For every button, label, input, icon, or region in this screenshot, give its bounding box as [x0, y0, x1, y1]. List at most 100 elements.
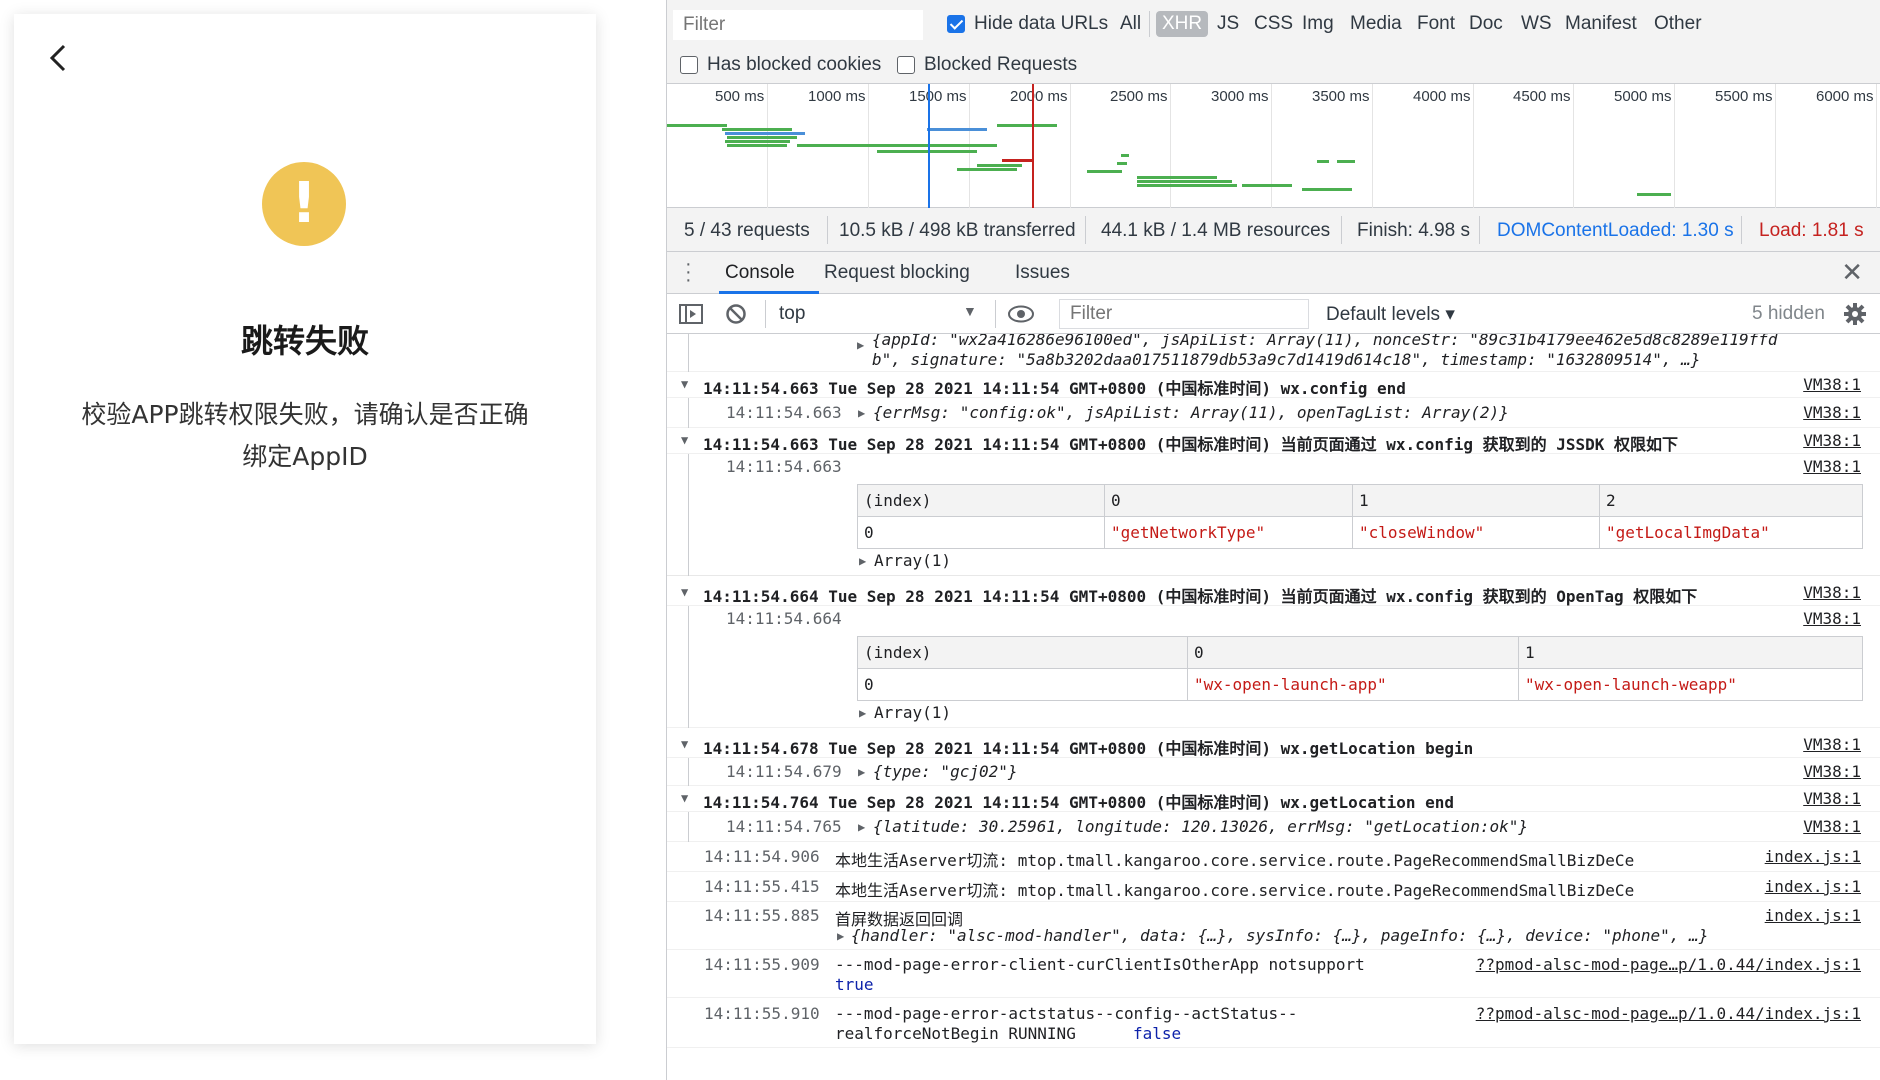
source-link[interactable]: index.js:1 [1765, 877, 1861, 896]
table-header-cell[interactable]: 2 [1599, 484, 1863, 517]
source-link[interactable]: VM38:1 [1803, 762, 1861, 781]
gear-icon[interactable] [1843, 302, 1867, 326]
group-title: 14:11:54.764 Tue Sep 28 2021 14:11:54 GM… [703, 793, 1455, 812]
tab-console[interactable]: Console [725, 262, 795, 284]
array-preview[interactable]: Array(1) [874, 703, 951, 722]
table-cell: 0 [857, 516, 1105, 549]
source-link[interactable]: VM38:1 [1803, 789, 1861, 808]
tab-request-blocking[interactable]: Request blocking [824, 262, 970, 284]
timestamp: 14:11:55.415 [704, 877, 820, 896]
source-link[interactable]: index.js:1 [1765, 847, 1861, 866]
request-bar [997, 124, 1057, 127]
object-preview[interactable]: {handler: "alsc-mod-handler", data: {…},… [851, 926, 1708, 945]
console-group-header[interactable]: ▼ 14:11:54.663 Tue Sep 28 2021 14:11:54 … [667, 372, 1880, 398]
context-dropdown-icon[interactable]: ▼ [963, 303, 977, 319]
request-bar [725, 140, 790, 143]
source-link[interactable]: VM38:1 [1803, 403, 1861, 422]
type-filter-css[interactable]: CSS [1250, 11, 1297, 37]
collapse-triangle-icon[interactable]: ▼ [681, 585, 688, 599]
source-link[interactable]: VM38:1 [1803, 375, 1861, 394]
console-message: 14:11:54.679 ▶ {type: "gcj02"} VM38:1 [667, 758, 1880, 786]
object-preview[interactable]: b", signature: "5a8b3202daa017511879db53… [872, 350, 1700, 369]
grid-line [1573, 84, 1574, 208]
collapse-triangle-icon[interactable]: ▼ [681, 791, 688, 805]
type-filter-doc[interactable]: Doc [1465, 11, 1507, 37]
object-preview[interactable]: {appId: "wx2a416286e96100ed", jsApiList:… [872, 334, 1777, 349]
object-preview[interactable]: {latitude: 30.25961, longitude: 120.1302… [873, 817, 1528, 836]
type-filter-xhr[interactable]: XHR [1156, 11, 1209, 37]
console-group-header[interactable]: ▼ 14:11:54.663 Tue Sep 28 2021 14:11:54 … [667, 428, 1880, 454]
console-group-header[interactable]: ▼ 14:11:54.764 Tue Sep 28 2021 14:11:54 … [667, 786, 1880, 812]
request-bar [1137, 184, 1237, 187]
type-filter-all[interactable]: All [1116, 11, 1145, 37]
source-link[interactable]: ??pmod-alsc-mod-page…p/1.0.44/index.js:1 [1476, 1004, 1861, 1023]
source-link[interactable]: index.js:1 [1765, 906, 1861, 925]
network-overview-timeline[interactable]: 500 ms 1000 ms 1500 ms 2000 ms 2500 ms 3… [667, 84, 1880, 208]
type-filter-manifest[interactable]: Manifest [1561, 11, 1641, 37]
source-link[interactable]: VM38:1 [1803, 431, 1861, 450]
type-filter-js[interactable]: JS [1213, 11, 1243, 37]
hide-data-urls-checkbox[interactable] [947, 15, 965, 33]
expand-triangle-icon[interactable]: ▶ [859, 706, 866, 720]
divider [827, 216, 828, 244]
finish-time: Finish: 4.98 s [1357, 220, 1470, 241]
timeline-tick-label: 3000 ms [1211, 88, 1269, 105]
back-button[interactable] [42, 36, 82, 80]
sidebar-toggle-icon[interactable] [679, 303, 703, 325]
object-preview[interactable]: {type: "gcj02"} [873, 762, 1018, 781]
request-bar [722, 128, 792, 131]
page-title: 跳转失败 [240, 322, 369, 360]
console-group-header[interactable]: ▼ 14:11:54.664 Tue Sep 28 2021 14:11:54 … [667, 580, 1880, 606]
expand-triangle-icon[interactable]: ▶ [857, 338, 864, 352]
expand-triangle-icon[interactable]: ▶ [858, 406, 865, 420]
group-line [688, 334, 689, 372]
context-selector[interactable]: top [779, 303, 805, 325]
type-filter-ws[interactable]: WS [1517, 11, 1556, 37]
log-text: realforceNotBegin RUNNING [835, 1024, 1076, 1043]
log-levels-dropdown[interactable]: Default levels ▾ [1326, 303, 1455, 326]
table-header-cell[interactable]: 0 [1187, 636, 1519, 669]
type-filter-img[interactable]: Img [1298, 11, 1338, 37]
object-preview[interactable]: {errMsg: "config:ok", jsApiList: Array(1… [873, 403, 1509, 422]
blocked-requests-checkbox[interactable] [897, 56, 915, 74]
has-blocked-cookies-checkbox[interactable] [680, 56, 698, 74]
timeline-tick-label: 5500 ms [1715, 88, 1773, 105]
tab-issues[interactable]: Issues [1015, 262, 1070, 284]
table-header-cell[interactable]: (index) [857, 484, 1105, 517]
table-header-cell[interactable]: (index) [857, 636, 1188, 669]
table-header-cell[interactable]: 1 [1352, 484, 1600, 517]
source-link[interactable]: VM38:1 [1803, 457, 1861, 476]
clear-console-icon[interactable] [725, 303, 747, 325]
expand-triangle-icon[interactable]: ▶ [837, 929, 844, 943]
type-filter-media[interactable]: Media [1346, 11, 1406, 37]
source-link[interactable]: VM38:1 [1803, 817, 1861, 836]
error-description: 校验APP跳转权限失败，请确认是否正确 绑定AppID [64, 394, 546, 478]
dom-content-loaded-marker [928, 84, 930, 208]
source-link[interactable]: VM38:1 [1803, 583, 1861, 602]
source-link[interactable]: VM38:1 [1803, 609, 1861, 628]
expand-triangle-icon[interactable]: ▶ [859, 554, 866, 568]
type-filter-font[interactable]: Font [1413, 11, 1459, 37]
array-preview[interactable]: Array(1) [874, 551, 951, 570]
source-link[interactable]: VM38:1 [1803, 735, 1861, 754]
more-tabs-icon[interactable]: · · · [685, 254, 692, 290]
timeline-tick-label: 500 ms [715, 88, 765, 105]
expand-triangle-icon[interactable]: ▶ [858, 765, 865, 779]
network-filter-input[interactable] [673, 10, 923, 40]
type-filter-other[interactable]: Other [1650, 11, 1706, 37]
console-group-header[interactable]: ▼ 14:11:54.678 Tue Sep 28 2021 14:11:54 … [667, 732, 1880, 758]
console-filter-input[interactable] [1059, 299, 1309, 329]
collapse-triangle-icon[interactable]: ▼ [681, 377, 688, 391]
request-bar [1137, 176, 1217, 179]
collapse-triangle-icon[interactable]: ▼ [681, 737, 688, 751]
request-bar [1137, 180, 1232, 183]
expand-triangle-icon[interactable]: ▶ [858, 820, 865, 834]
close-drawer-icon[interactable]: ✕ [1841, 257, 1863, 288]
timeline-tick-label: 4000 ms [1413, 88, 1471, 105]
table-header-cell[interactable]: 1 [1518, 636, 1863, 669]
collapse-triangle-icon[interactable]: ▼ [681, 433, 688, 447]
table-header-cell[interactable]: 0 [1104, 484, 1353, 517]
eye-icon[interactable] [1007, 304, 1035, 324]
drawer-tab-bar: · · · Console Request blocking Issues ✕ [667, 252, 1880, 294]
source-link[interactable]: ??pmod-alsc-mod-page…p/1.0.44/index.js:1 [1476, 955, 1861, 974]
